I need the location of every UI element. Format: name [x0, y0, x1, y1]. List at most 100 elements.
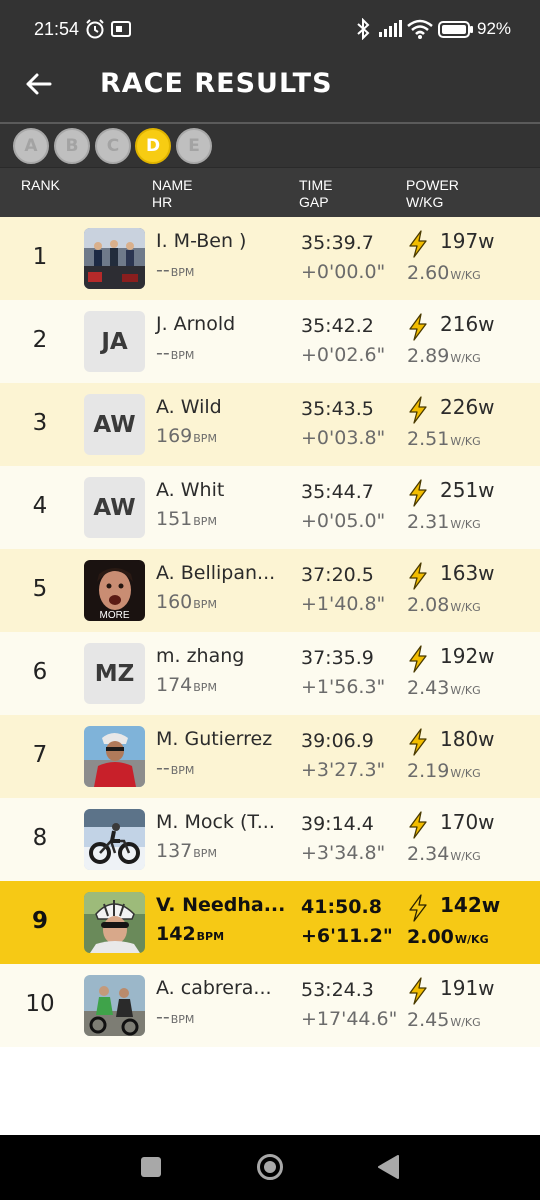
wkg-unit: W/KG [450, 352, 481, 365]
time-gap: +3'34.8" [301, 842, 386, 864]
heart-rate: 160BPM [156, 591, 217, 613]
more-label: MORE [99, 610, 130, 621]
wkg-unit: W/KG [450, 767, 481, 780]
system-nav-bar [0, 1135, 540, 1200]
power-watts: 191w [440, 976, 495, 1000]
rider-name: I. M-Ben ) [156, 230, 247, 252]
bpm-unit: BPM [193, 598, 217, 611]
wkg-value: 2.08 [407, 594, 450, 616]
bpm-unit: BPM [170, 1013, 195, 1026]
watts-per-kg: 2.00W/KG [407, 926, 489, 948]
heart-rate: 142BPM [156, 923, 224, 945]
triangle-back-icon [378, 1155, 399, 1179]
battery-percent: 92% [477, 19, 512, 38]
result-row[interactable]: 2 JA J. Arnold --BPM 35:42.2 +0'02.6" 21… [0, 300, 540, 383]
time-gap: +1'56.3" [301, 676, 386, 698]
recents-button[interactable] [140, 1156, 162, 1182]
column-wkg: W/KG [406, 194, 444, 210]
column-headers: RANK NAME HR TIME GAP POWER W/KG [0, 167, 540, 217]
square-icon [141, 1157, 161, 1177]
result-row-current-user[interactable]: 9 V. Needha... 142BPM 41:50.8 +6'11.2" 1… [0, 881, 540, 964]
time-gap: +3'27.3" [301, 759, 386, 781]
result-row[interactable]: 7 M. Gutierrez --BPM 39:06.9 +3'27.3" 18… [0, 715, 540, 798]
avatar[interactable]: AW [84, 477, 145, 538]
watts-per-kg: 2.45W/KG [407, 1009, 481, 1031]
wkg-value: 2.51 [407, 428, 450, 450]
home-button[interactable] [256, 1153, 284, 1185]
heart-rate-value: -- [156, 757, 170, 779]
result-row[interactable]: 8 M. Mock (T... 137BPM 39:14.4 +3'34.8" … [0, 798, 540, 881]
wkg-value: 2.45 [407, 1009, 450, 1031]
finish-time: 35:44.7 [301, 481, 374, 503]
rider-name: V. Needha... [156, 894, 286, 916]
result-row[interactable]: 10 A. cabrera... --BPM 53:24.3 +17'44.6"… [0, 964, 540, 1047]
finish-time: 35:43.5 [301, 398, 374, 420]
app-bar: RACE RESULTS [0, 46, 540, 122]
heart-rate: --BPM [156, 259, 194, 281]
lightning-icon [409, 562, 427, 590]
bluetooth-icon [357, 18, 370, 40]
column-gap: GAP [299, 194, 329, 210]
watts-per-kg: 2.89W/KG [407, 345, 481, 367]
rider-name: A. Whit [156, 479, 225, 501]
wkg-unit: W/KG [450, 518, 481, 531]
back-nav-button[interactable] [378, 1155, 400, 1183]
power-watts: 216w [440, 312, 495, 336]
bpm-unit: BPM [196, 930, 225, 943]
heart-rate: --BPM [156, 757, 194, 779]
avatar[interactable]: MZ [84, 643, 145, 704]
avatar[interactable] [84, 726, 145, 787]
avatar[interactable] [84, 228, 145, 289]
lightning-icon [409, 230, 427, 258]
results-list: 1 I. M-Ben ) --BPM 35:39.7 +0'00.0" 197w… [0, 217, 540, 1047]
finish-time: 35:39.7 [301, 232, 374, 254]
wkg-unit: W/KG [450, 601, 481, 614]
rank-number: 1 [32, 244, 48, 270]
back-button[interactable] [22, 68, 54, 100]
heart-rate: 169BPM [156, 425, 217, 447]
time-gap: +0'02.6" [301, 344, 386, 366]
avatar[interactable] [84, 975, 145, 1036]
wkg-value: 2.60 [407, 262, 450, 284]
power-watts: 192w [440, 644, 495, 668]
heart-rate: 151BPM [156, 508, 217, 530]
finish-time: 53:24.3 [301, 979, 374, 1001]
category-tab-c[interactable]: C [95, 128, 131, 164]
heart-rate-value: 142 [156, 923, 196, 945]
lightning-icon [409, 479, 427, 507]
power-watts: 197w [440, 229, 495, 253]
result-row[interactable]: 3 AW A. Wild 169BPM 35:43.5 +0'03.8" 226… [0, 383, 540, 466]
finish-time: 37:20.5 [301, 564, 374, 586]
snow-bike-photo-avatar-image [84, 809, 145, 870]
category-tab-b[interactable]: B [54, 128, 90, 164]
heart-rate-value: -- [156, 259, 170, 281]
finish-time: 35:42.2 [301, 315, 374, 337]
watts-per-kg: 2.08W/KG [407, 594, 481, 616]
avatar[interactable]: JA [84, 311, 145, 372]
category-tab-d[interactable]: D [135, 128, 171, 164]
rider-name: M. Mock (T... [156, 811, 275, 833]
rank-number: 9 [31, 908, 48, 934]
avatar[interactable] [84, 892, 145, 953]
avatar[interactable] [84, 809, 145, 870]
avatar[interactable]: MORE [84, 560, 145, 621]
rider-name: J. Arnold [156, 313, 236, 335]
result-row[interactable]: 5 MORE A. Bellipan... 160BPM 37:20.5 +1'… [0, 549, 540, 632]
rank-number: 6 [32, 659, 48, 685]
wkg-value: 2.89 [407, 345, 450, 367]
wkg-unit: W/KG [450, 435, 481, 448]
heart-rate-value: 174 [156, 674, 193, 696]
category-tab-a[interactable]: A [13, 128, 49, 164]
result-row[interactable]: 6 MZ m. zhang 174BPM 37:35.9 +1'56.3" 19… [0, 632, 540, 715]
avatar[interactable]: AW [84, 394, 145, 455]
lightning-icon [409, 313, 427, 341]
rank-number: 7 [32, 742, 48, 768]
watts-per-kg: 2.19W/KG [407, 760, 481, 782]
signal-icon [379, 20, 402, 37]
heart-rate-value: 160 [156, 591, 193, 613]
result-row[interactable]: 4 AW A. Whit 151BPM 35:44.7 +0'05.0" 251… [0, 466, 540, 549]
watts-per-kg: 2.60W/KG [407, 262, 481, 284]
category-tab-e[interactable]: E [176, 128, 212, 164]
group-photo-avatar-image [84, 228, 145, 289]
result-row[interactable]: 1 I. M-Ben ) --BPM 35:39.7 +0'00.0" 197w… [0, 217, 540, 300]
